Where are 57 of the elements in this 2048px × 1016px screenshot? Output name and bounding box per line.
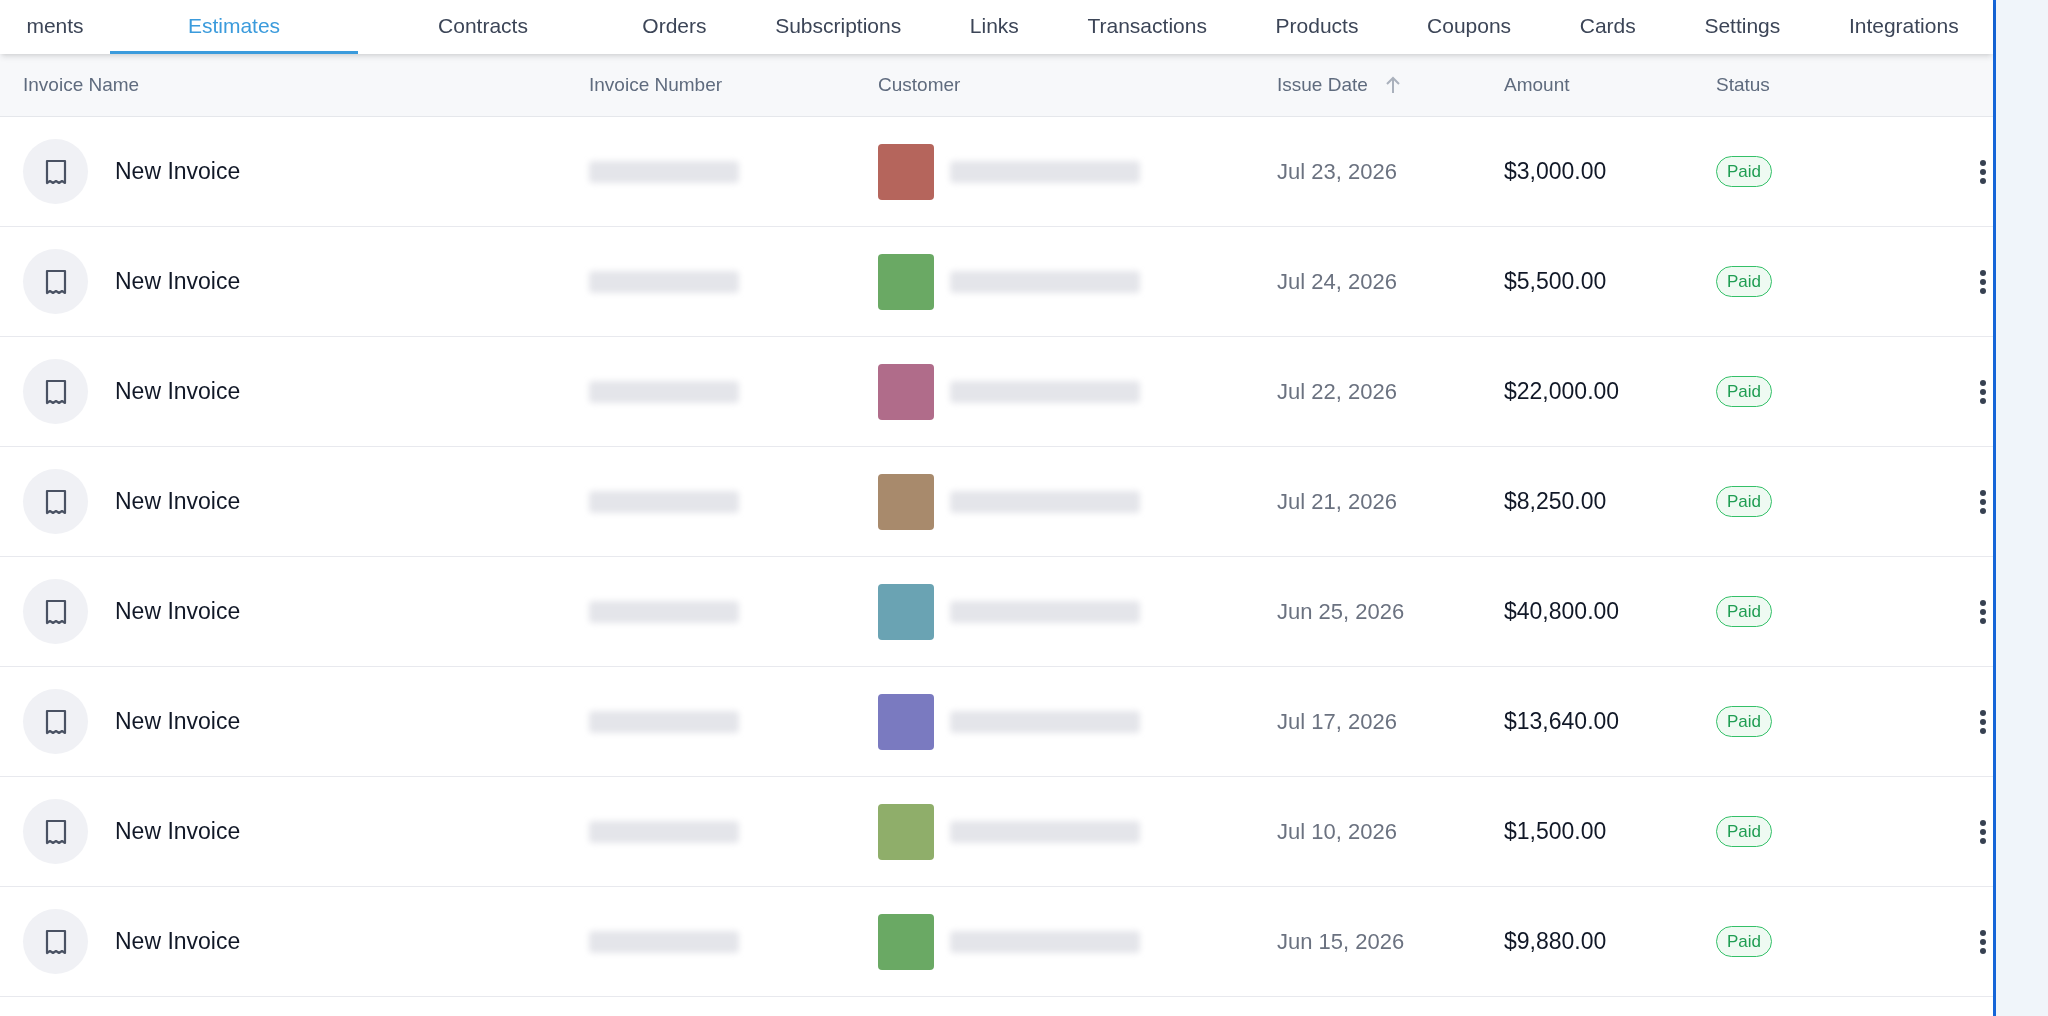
status-badge: Paid [1716,925,1773,958]
amount: $8,250.00 [1504,487,1608,517]
nav-tab[interactable]: Settings [1670,0,1815,54]
column-header[interactable]: Status [1716,70,1770,100]
amount: $9,880.00 [1504,927,1608,957]
status-badge: Paid [1716,485,1773,518]
more-options-icon[interactable] [1979,158,1987,185]
invoice-name: New Invoice [115,267,241,297]
issue-date: Jul 22, 2026 [1277,378,1398,406]
nav-tab[interactable]: Orders [608,0,741,54]
invoice-name: New Invoice [115,597,241,627]
amount: $40,800.00 [1504,597,1621,627]
column-header[interactable]: Customer [878,70,961,100]
more-options-icon[interactable] [1979,268,1987,295]
invoice-name: New Invoice [115,377,241,407]
invoice-name: New Invoice [115,927,241,957]
column-header[interactable]: Amount [1504,70,1570,100]
invoice-name: New Invoice [115,817,241,847]
column-header[interactable]: Issue Date [1277,70,1368,100]
issue-date: Jul 17, 2026 [1277,708,1398,736]
nav-tab[interactable]: Coupons [1392,0,1546,54]
amount: $22,000.00 [1504,377,1621,407]
invoice-name: New Invoice [115,157,241,187]
status-badge: Paid [1716,705,1773,738]
nav-tab[interactable]: ments [0,0,110,54]
more-options-icon[interactable] [1979,598,1987,625]
amount: $3,000.00 [1504,157,1608,187]
issue-date: Jul 21, 2026 [1277,488,1398,516]
more-options-icon[interactable] [1979,708,1987,735]
more-options-icon[interactable] [1979,818,1987,845]
amount: $1,500.00 [1504,817,1608,847]
status-badge: Paid [1716,265,1773,298]
issue-date: Jun 15, 2026 [1277,928,1406,956]
nav-tab[interactable]: Subscriptions [740,0,936,54]
invoice-name: New Invoice [115,707,241,737]
nav-tab[interactable]: Products [1241,0,1393,54]
nav-tab[interactable]: Transactions [1053,0,1242,54]
issue-date: Jun 25, 2026 [1277,598,1406,626]
column-header[interactable]: Invoice Number [589,70,723,100]
nav-tab[interactable]: Integrations [1814,0,1993,54]
more-options-icon[interactable] [1979,488,1987,515]
nav-tab[interactable]: Cards [1545,0,1671,54]
issue-date: Jul 24, 2026 [1277,268,1398,296]
issue-date: Jul 23, 2026 [1277,158,1398,186]
invoice-name: New Invoice [115,487,241,517]
amount: $13,640.00 [1504,707,1621,737]
amount: $5,500.00 [1504,267,1608,297]
status-badge: Paid [1716,595,1773,628]
status-badge: Paid [1716,815,1773,848]
more-options-icon[interactable] [1979,378,1987,405]
issue-date: Jul 10, 2026 [1277,818,1398,846]
status-badge: Paid [1716,155,1773,188]
nav-tab[interactable]: Contracts [358,0,608,54]
more-options-icon[interactable] [1979,928,1987,955]
status-badge: Paid [1716,375,1773,408]
column-header[interactable]: Invoice Name [23,70,140,100]
nav-tab[interactable]: Links [935,0,1054,54]
